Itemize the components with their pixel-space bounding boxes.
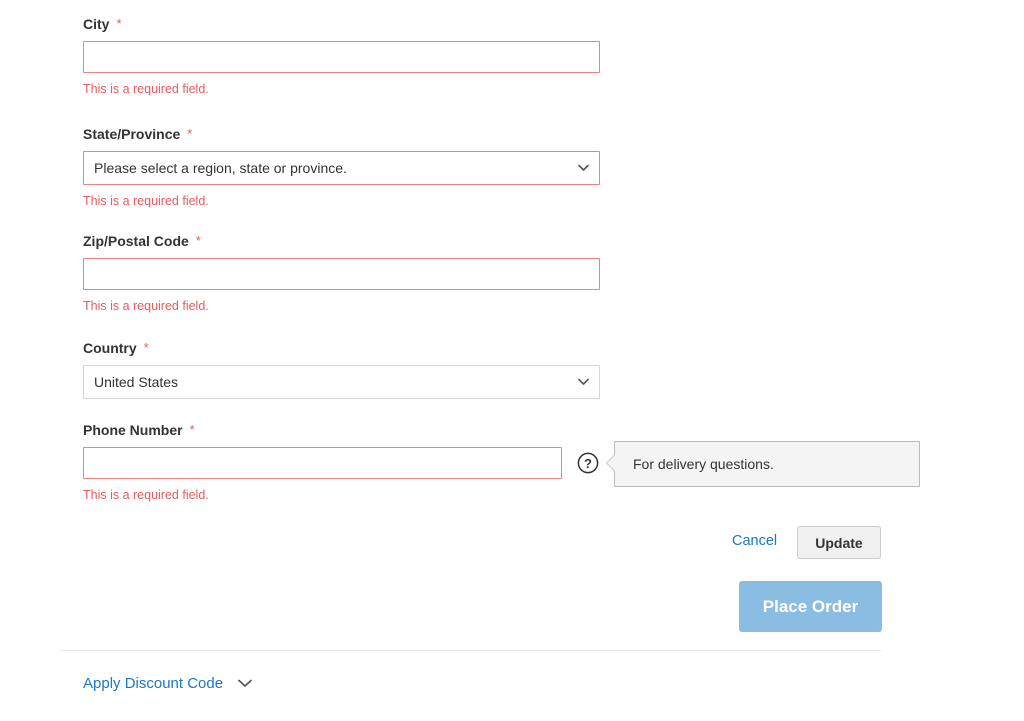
apply-discount-code-label: Apply Discount Code xyxy=(83,675,224,692)
label-phone-number: Phone Number * xyxy=(83,422,562,438)
label-city: City * xyxy=(83,16,600,32)
field-state-province: State/Province * Please select a region, … xyxy=(83,126,600,208)
required-asterisk-city: * xyxy=(116,16,122,31)
required-asterisk-state-province: * xyxy=(187,126,193,141)
svg-text:?: ? xyxy=(584,456,592,471)
field-zip-postal-code: Zip/Postal Code * This is a required fiel… xyxy=(83,233,600,313)
delivery-questions-tooltip: For delivery questions. xyxy=(606,441,920,487)
chevron-down-icon xyxy=(238,679,252,688)
error-city: This is a required field. xyxy=(83,82,209,96)
field-phone-number: Phone Number * This is a required field. xyxy=(83,422,562,502)
cancel-button[interactable]: Cancel xyxy=(732,533,777,549)
field-city: City * This is a required field. xyxy=(83,16,600,96)
update-button[interactable]: Update xyxy=(797,526,881,559)
label-city-text: City xyxy=(83,16,110,32)
error-zip-postal-code: This is a required field. xyxy=(83,299,209,313)
required-asterisk-phone-number: * xyxy=(189,422,195,437)
label-state-province-text: State/Province xyxy=(83,126,181,142)
label-country: Country * xyxy=(83,340,600,356)
label-country-text: Country xyxy=(83,340,137,356)
place-order-button[interactable]: Place Order xyxy=(739,581,882,632)
city-input[interactable] xyxy=(83,41,600,73)
label-zip-postal-code-text: Zip/Postal Code xyxy=(83,233,189,249)
error-state-province: This is a required field. xyxy=(83,194,209,208)
help-circle-icon[interactable]: ? xyxy=(577,452,599,474)
phone-number-input[interactable] xyxy=(83,447,562,479)
label-state-province: State/Province * xyxy=(83,126,600,142)
country-select[interactable]: United States xyxy=(83,365,600,399)
label-phone-number-text: Phone Number xyxy=(83,422,183,438)
zip-postal-code-input[interactable] xyxy=(83,258,600,290)
section-divider xyxy=(60,650,881,651)
label-zip-postal-code: Zip/Postal Code * xyxy=(83,233,600,249)
required-asterisk-zip-postal-code: * xyxy=(195,233,201,248)
required-asterisk-country: * xyxy=(143,340,149,355)
state-province-select[interactable]: Please select a region, state or provinc… xyxy=(83,151,600,185)
country-select-wrap: United States xyxy=(83,365,600,399)
field-country: Country * United States xyxy=(83,340,600,399)
state-province-select-wrap: Please select a region, state or provinc… xyxy=(83,151,600,185)
error-phone-number: This is a required field. xyxy=(83,488,209,502)
apply-discount-code-toggle[interactable]: Apply Discount Code xyxy=(83,675,252,692)
